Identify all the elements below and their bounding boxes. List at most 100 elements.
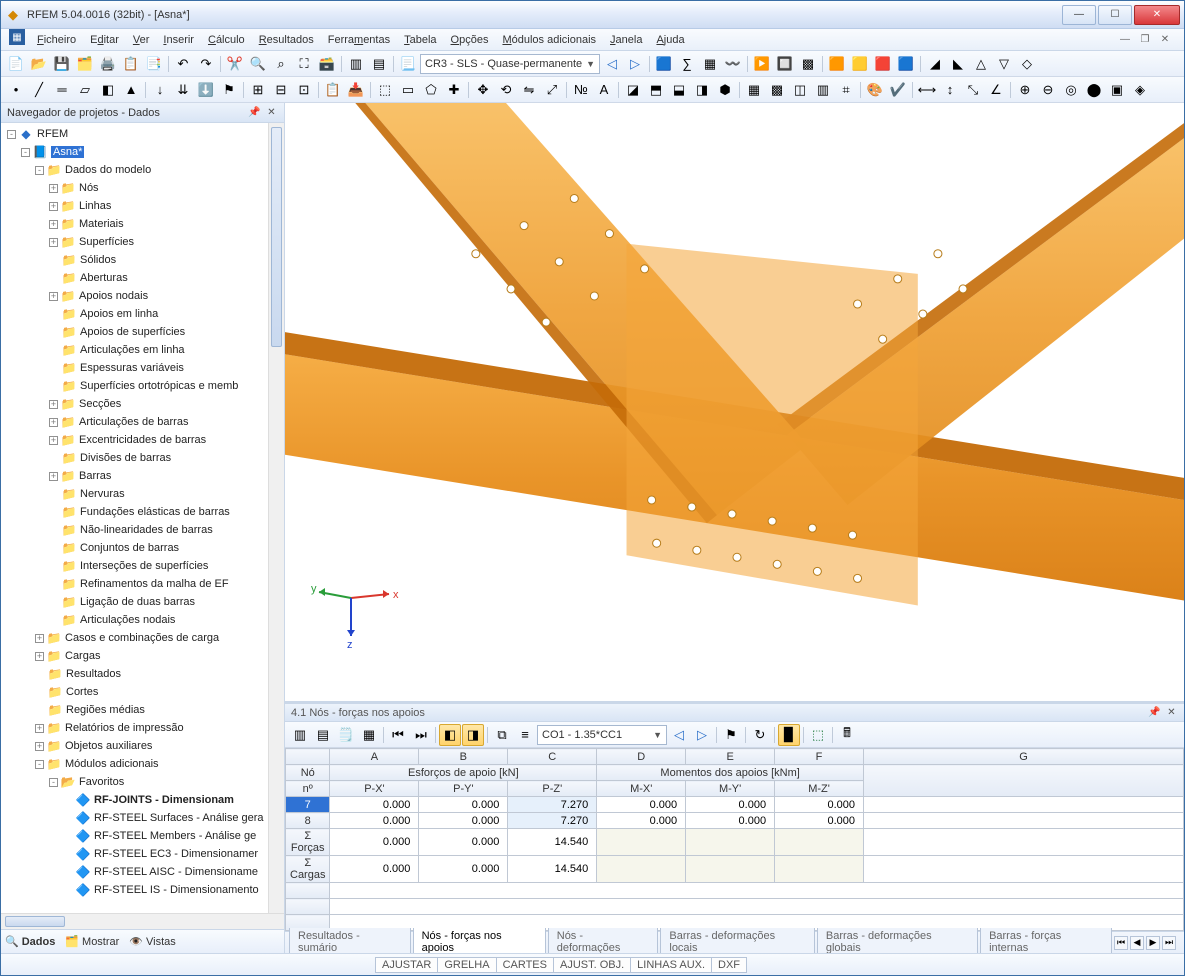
tree-row[interactable]: 📁Cortes [3, 683, 268, 701]
expand-icon[interactable]: + [49, 436, 58, 445]
filter-icon[interactable]: 🔲 [774, 53, 796, 75]
tree-row[interactable]: +📁Apoios nodais [3, 287, 268, 305]
tree-row[interactable]: 📁Espessuras variáveis [3, 359, 268, 377]
3d-viewport[interactable]: x y z [285, 103, 1184, 703]
cell[interactable]: 14.540 [508, 856, 597, 883]
tt-refresh-icon[interactable]: ↻ [749, 724, 771, 746]
tree-row[interactable]: 📁Apoios de superfícies [3, 323, 268, 341]
loadline-icon[interactable]: ⇊ [172, 79, 194, 101]
paste-icon[interactable]: 📥 [345, 79, 367, 101]
view-3d-icon[interactable]: ⬢ [714, 79, 736, 101]
sel-box-icon[interactable]: ⬚ [374, 79, 396, 101]
menu-modulos[interactable]: Módulos adicionais [496, 29, 602, 50]
flag-icon[interactable]: ⚑ [218, 79, 240, 101]
col-header[interactable]: E [686, 749, 775, 765]
copy-icon[interactable]: 📋 [120, 53, 142, 75]
view-front-icon[interactable]: ⬓ [668, 79, 690, 101]
render3-icon[interactable]: ◫ [789, 79, 811, 101]
report-icon[interactable]: 📑 [143, 53, 165, 75]
render4-icon[interactable]: ▥ [812, 79, 834, 101]
collapse-icon[interactable]: - [21, 148, 30, 157]
tree-row[interactable]: 📁Articulações nodais [3, 611, 268, 629]
cell[interactable] [597, 856, 686, 883]
loadcase-dropdown[interactable]: CR3 - SLS - Quase-permanente ▼ [420, 54, 600, 74]
table1-icon[interactable]: ▥ [345, 53, 367, 75]
cell[interactable] [597, 829, 686, 856]
expand-icon[interactable]: + [49, 220, 58, 229]
tree-row[interactable]: 🔷RF-STEEL Surfaces - Análise gera [3, 809, 268, 827]
tree-view[interactable]: -◆RFEM-📘Asna*-📁Dados do modelo+📁Nós+📁Lin… [1, 123, 268, 913]
tree-row[interactable]: +📁Nós [3, 179, 268, 197]
tree-row[interactable]: -📁Dados do modelo [3, 161, 268, 179]
cell[interactable]: 0.000 [330, 856, 419, 883]
table-pin-icon[interactable]: 📌 [1148, 706, 1161, 719]
tt-4-icon[interactable]: ▦ [358, 724, 380, 746]
tree-row[interactable]: 🔷RF-STEEL Members - Análise ge [3, 827, 268, 845]
tt-first-icon[interactable]: ⏮ [387, 724, 409, 746]
zoom-icon[interactable]: 🔍 [247, 53, 269, 75]
cell[interactable]: 0.000 [419, 813, 508, 829]
tree-row[interactable]: -◆RFEM [3, 125, 268, 143]
status-grelha[interactable]: GRELHA [437, 957, 496, 973]
tree-row[interactable]: +📁Excentricidades de barras [3, 431, 268, 449]
loadarea-icon[interactable]: ⬇️ [195, 79, 217, 101]
menu-calculo[interactable]: Cálculo [202, 29, 251, 50]
anim-icon[interactable]: ▶️ [751, 53, 773, 75]
grid-icon[interactable]: ▩ [797, 53, 819, 75]
dim4-icon[interactable]: ∠ [985, 79, 1007, 101]
color1-icon[interactable]: 🎨 [864, 79, 886, 101]
tree-row[interactable]: +📁Relatórios de impressão [3, 719, 268, 737]
expand-icon[interactable]: + [49, 418, 58, 427]
tt-excel-icon[interactable]: ⬚ [807, 724, 829, 746]
sel-poly-icon[interactable]: ⬠ [420, 79, 442, 101]
text-icon[interactable]: A [593, 79, 615, 101]
cell[interactable]: 0.000 [686, 813, 775, 829]
diag-e-icon[interactable]: ◇ [1016, 53, 1038, 75]
tab-dados[interactable]: 🔍Dados [5, 935, 55, 948]
tree-row[interactable]: -📂Favoritos [3, 773, 268, 791]
cell[interactable]: 0.000 [775, 813, 864, 829]
expand-icon[interactable]: + [49, 292, 58, 301]
misc4-icon[interactable]: ⬤ [1083, 79, 1105, 101]
tree-row[interactable]: 📁Divisões de barras [3, 449, 268, 467]
cell[interactable] [775, 856, 864, 883]
tree-row[interactable]: 📁Conjuntos de barras [3, 539, 268, 557]
expand-icon[interactable]: + [49, 472, 58, 481]
cell[interactable]: 0.000 [419, 856, 508, 883]
tree-row[interactable]: +📁Barras [3, 467, 268, 485]
tree-row[interactable]: +📁Secções [3, 395, 268, 413]
table-close-icon[interactable]: ✕ [1165, 706, 1178, 719]
diag-a-icon[interactable]: ◢ [924, 53, 946, 75]
sel-rect-icon[interactable]: ▭ [397, 79, 419, 101]
menu-resultados[interactable]: Resultados [253, 29, 320, 50]
cell[interactable]: 7.270 [508, 797, 597, 813]
open-icon[interactable]: 📂 [28, 53, 50, 75]
table2-icon[interactable]: ▤ [368, 53, 390, 75]
panel-a-icon[interactable]: 🟧 [826, 53, 848, 75]
panel-b-icon[interactable]: 🟨 [849, 53, 871, 75]
tree-row[interactable]: +📁Cargas [3, 647, 268, 665]
mdi-restore-icon[interactable]: ❐ [1138, 33, 1152, 47]
status-linhas-aux[interactable]: LINHAS AUX. [630, 957, 712, 973]
tree-row[interactable]: 📁Articulações em linha [3, 341, 268, 359]
cell[interactable] [775, 829, 864, 856]
tabnav-next-icon[interactable]: ▶ [1146, 936, 1160, 950]
expand-icon[interactable]: + [49, 400, 58, 409]
tree-row[interactable]: 📁Apoios em linha [3, 305, 268, 323]
tree-row[interactable]: 📁Sólidos [3, 251, 268, 269]
saveall-icon[interactable]: 🗂️ [74, 53, 96, 75]
expand-icon[interactable]: + [49, 202, 58, 211]
tabnav-last-icon[interactable]: ⏭ [1162, 936, 1176, 950]
expand-icon[interactable]: + [35, 634, 44, 643]
cell[interactable]: 0.000 [330, 813, 419, 829]
table-row[interactable]: Σ Forças0.0000.00014.540 [286, 829, 1184, 856]
view-side-icon[interactable]: ◨ [691, 79, 713, 101]
minimize-button[interactable]: — [1062, 5, 1096, 25]
pin-icon[interactable]: 📌 [248, 106, 261, 119]
tabnav-first-icon[interactable]: ⏮ [1114, 936, 1128, 950]
tree-scrollbar[interactable] [268, 123, 284, 913]
tree-row[interactable]: 📁Resultados [3, 665, 268, 683]
misc5-icon[interactable]: ▣ [1106, 79, 1128, 101]
results-icon[interactable]: 🟦 [653, 53, 675, 75]
collapse-icon[interactable]: - [35, 166, 44, 175]
